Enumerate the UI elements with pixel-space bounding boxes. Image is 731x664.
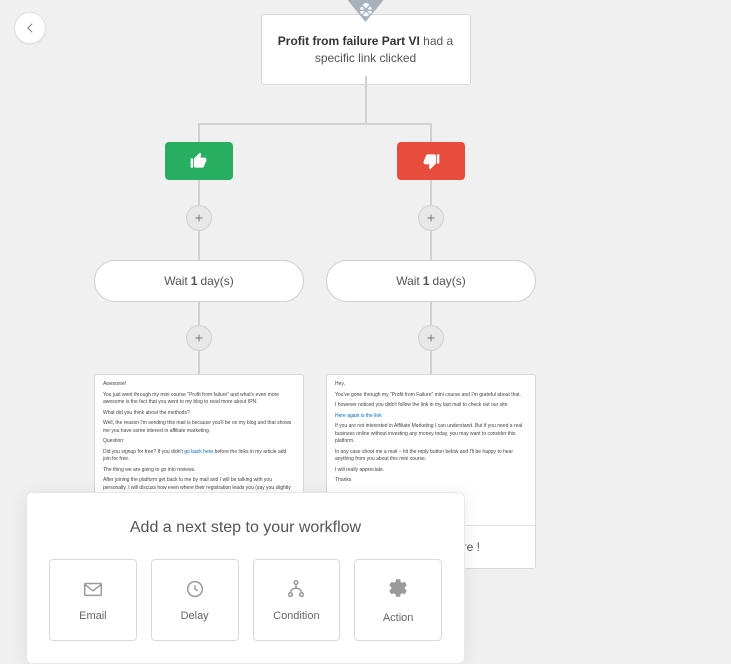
email-link: Here again is the link (335, 413, 382, 419)
wait-prefix: Wait (396, 274, 420, 288)
branch-yes-button[interactable] (165, 142, 233, 180)
add-step-button[interactable] (418, 325, 444, 351)
plus-icon (425, 332, 437, 344)
arrow-left-icon (23, 21, 37, 35)
option-condition[interactable]: Condition (253, 559, 341, 641)
wait-count: 1 (423, 274, 430, 288)
email-icon (82, 578, 104, 600)
thumbs-down-icon (421, 151, 441, 171)
connector (430, 123, 432, 143)
option-delay[interactable]: Delay (151, 559, 239, 641)
connector (198, 123, 200, 143)
branch-no-button[interactable] (397, 142, 465, 180)
option-email[interactable]: Email (49, 559, 137, 641)
wait-count: 1 (191, 274, 198, 288)
connector (365, 76, 367, 124)
option-action[interactable]: Action (354, 559, 442, 641)
delay-node[interactable]: Wait 1 day(s) (94, 260, 304, 302)
trigger-title: Profit from failure Part VI (278, 34, 420, 48)
email-link: go back here (184, 449, 213, 455)
option-label: Delay (181, 610, 209, 622)
add-step-button[interactable] (186, 205, 212, 231)
wait-suffix: day(s) (200, 274, 233, 288)
add-step-button[interactable] (186, 325, 212, 351)
wait-prefix: Wait (164, 274, 188, 288)
modal-title: Add a next step to your workflow (49, 519, 442, 537)
back-button[interactable] (14, 12, 46, 44)
wait-suffix: day(s) (432, 274, 465, 288)
workflow-canvas: Profit from failure Part VI had a specif… (0, 0, 731, 664)
gear-icon (387, 577, 409, 599)
add-step-modal: Add a next step to your workflow Email D… (26, 492, 465, 664)
option-label: Email (79, 610, 107, 622)
trigger-node[interactable]: Profit from failure Part VI had a specif… (261, 14, 471, 85)
branch-icon (285, 578, 307, 600)
connector (199, 123, 431, 125)
thumbs-up-icon (189, 151, 209, 171)
add-step-button[interactable] (418, 205, 444, 231)
email-preview-body: Awesome! You just went through my mini c… (95, 375, 303, 505)
delay-node[interactable]: Wait 1 day(s) (326, 260, 536, 302)
plus-icon (193, 212, 205, 224)
clock-icon (184, 578, 206, 600)
plus-icon (193, 332, 205, 344)
plus-icon (425, 212, 437, 224)
modal-options-row: Email Delay Condition Action (49, 559, 442, 641)
option-label: Action (383, 612, 414, 624)
option-label: Condition (273, 610, 319, 622)
